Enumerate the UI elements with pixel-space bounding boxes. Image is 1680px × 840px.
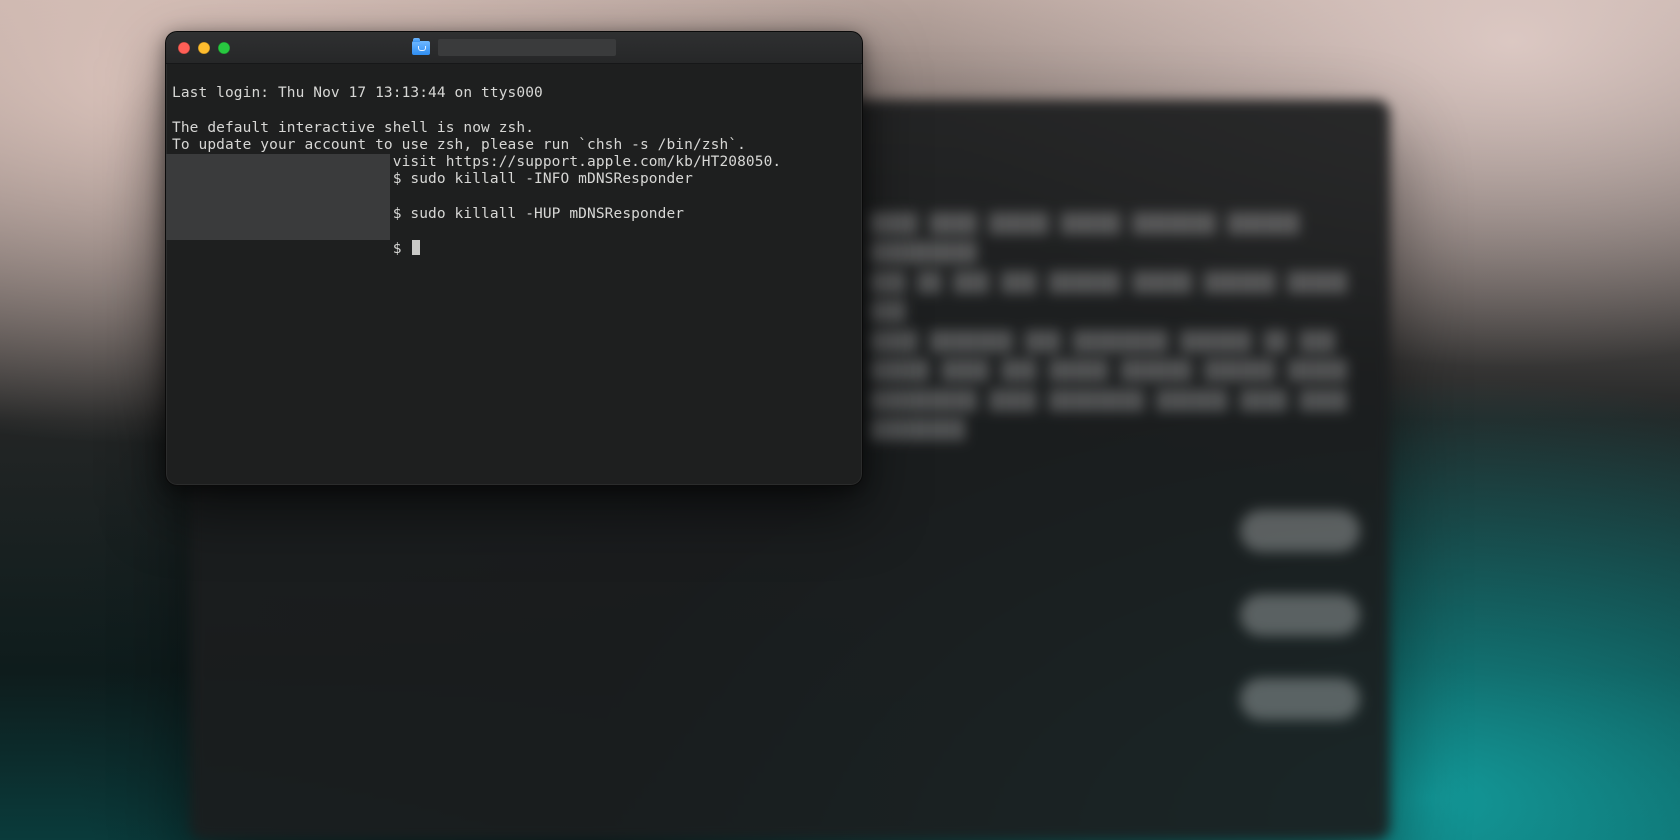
window-title <box>166 39 862 56</box>
close-icon[interactable] <box>178 42 190 54</box>
terminal-body[interactable]: Last login: Thu Nov 17 13:13:44 on ttys0… <box>166 64 862 318</box>
window-titlebar[interactable] <box>166 32 862 64</box>
background-pill-buttons <box>1240 510 1360 762</box>
traffic-lights <box>178 42 230 54</box>
background-blurred-text: ████ ████ █████ █████ ███████ ██████ ███… <box>870 210 1350 446</box>
folder-icon <box>412 41 430 55</box>
terminal-line: The default interactive shell is now zsh… <box>172 120 534 136</box>
terminal-line: Last login: Thu Nov 17 13:13:44 on ttys0… <box>172 85 543 101</box>
minimize-icon[interactable] <box>198 42 210 54</box>
terminal-line: To update your account to use zsh, pleas… <box>172 137 746 153</box>
window-title-redacted <box>438 39 616 56</box>
zoom-icon[interactable] <box>218 42 230 54</box>
prompt-hostname-redacted <box>166 154 390 240</box>
prompt-row: $ <box>172 241 420 257</box>
terminal-window[interactable]: Last login: Thu Nov 17 13:13:44 on ttys0… <box>165 31 863 486</box>
terminal-cursor <box>412 240 420 255</box>
